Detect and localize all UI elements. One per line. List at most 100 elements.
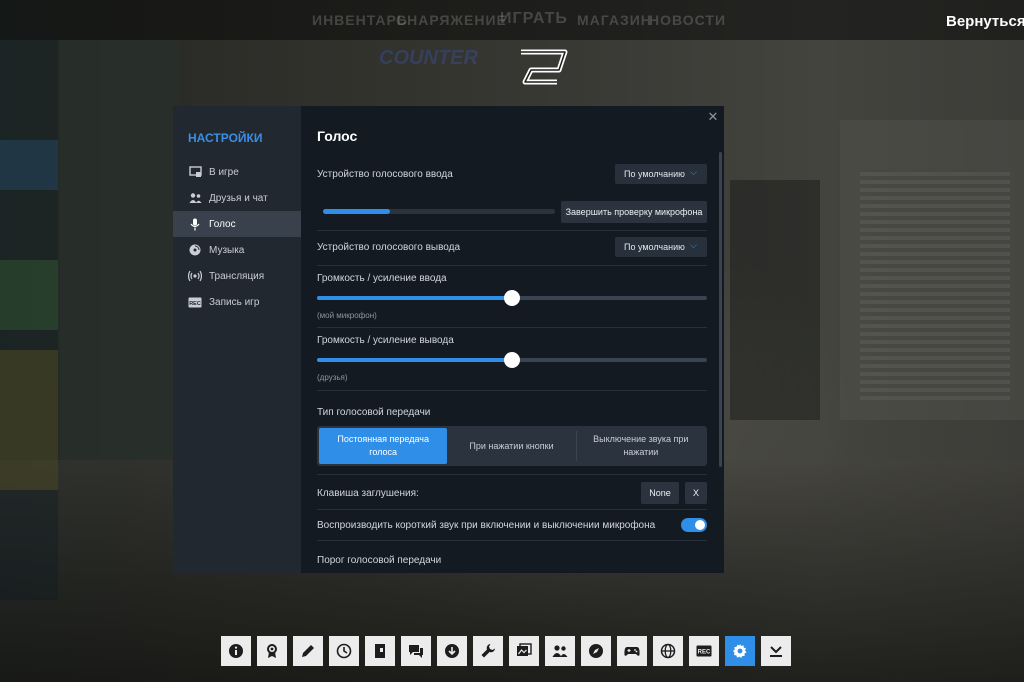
input-volume-label: Громкость / усиление ввода [317, 273, 447, 284]
mic-level-meter [323, 209, 555, 214]
settings-gear-icon [733, 644, 747, 658]
chevron-down-icon: ⌵ [690, 167, 697, 177]
toggle-knob [695, 520, 705, 530]
history-button[interactable] [329, 636, 359, 666]
rec-icon: REC [696, 645, 712, 657]
sidebar-item-label: Трансляция [209, 270, 265, 282]
chevron-down-icon: ⌵ [690, 240, 697, 250]
screenshots-button[interactable] [509, 636, 539, 666]
music-disc-icon [188, 243, 202, 257]
input-volume-slider[interactable] [317, 290, 707, 306]
divider [317, 509, 707, 510]
background-nav-item: СНАРЯЖЕНИЕ [396, 12, 507, 28]
divider [317, 474, 707, 475]
scrollbar[interactable] [719, 152, 722, 467]
input-device-label: Устройство голосового ввода [317, 169, 453, 180]
game-window-icon [188, 165, 202, 179]
notebook-icon [375, 644, 385, 658]
close-icon[interactable]: ✕ [706, 110, 720, 124]
transmission-type-selector: Постоянная передача голоса При нажатии к… [317, 426, 707, 466]
chat-icon [409, 645, 423, 658]
divider [317, 390, 707, 391]
output-device-row: Устройство голосового вывода По умолчани… [317, 237, 707, 257]
info-button[interactable] [221, 636, 251, 666]
input-volume-sublabel: (мой микрофон) [317, 311, 377, 320]
sidebar-item-in-game[interactable]: В игре [173, 159, 301, 185]
svg-text:REC: REC [189, 300, 201, 306]
gamepad-button[interactable] [617, 636, 647, 666]
beep-toggle-row: Воспроизводить короткий звук при включен… [317, 518, 707, 532]
compass-icon [589, 644, 603, 658]
sidebar-item-game-recording[interactable]: REC Запись игр [173, 289, 301, 315]
rec-icon: REC [188, 295, 202, 309]
input-volume-fill [317, 296, 512, 300]
sidebar-item-label: Музыка [209, 244, 245, 256]
output-volume-sublabel: (друзья) [317, 373, 348, 382]
sidebar-item-label: Запись игр [209, 296, 260, 308]
voice-settings-panel: Голос ✕ Устройство голосового ввода По у… [301, 106, 724, 573]
output-volume-thumb[interactable] [504, 352, 520, 368]
background-left-hud-card [0, 350, 58, 490]
output-device-dropdown[interactable]: По умолчанию ⌵ [615, 237, 707, 257]
friends-icon [188, 191, 202, 205]
beep-toggle[interactable] [681, 518, 707, 532]
input-volume-row: Громкость / усиление ввода (мой микрофон… [317, 273, 707, 321]
mute-key-clear-button[interactable]: X [685, 482, 707, 504]
edit-button[interactable] [293, 636, 323, 666]
divider [317, 540, 707, 541]
background-nav-item: НОВОСТИ [649, 12, 727, 28]
svg-text:REC: REC [698, 650, 711, 656]
broadcast-icon [188, 269, 202, 283]
mute-key-binding-button[interactable]: None [641, 482, 679, 504]
settings-title: НАСТРОЙКИ [188, 131, 263, 145]
sidebar-item-label: Друзья и чат [209, 192, 268, 204]
microphone-icon [188, 217, 202, 231]
sidebar-item-broadcast[interactable]: Трансляция [173, 263, 301, 289]
tools-button[interactable] [473, 636, 503, 666]
mic-level-fill [323, 209, 391, 214]
output-volume-fill [317, 358, 512, 362]
clock-icon [336, 643, 352, 659]
output-volume-row: Громкость / усиление вывода (друзья) [317, 335, 707, 383]
sidebar-item-label: Голос [209, 218, 236, 230]
transmission-option-push-to-talk[interactable]: При нажатии кнопки [447, 428, 575, 464]
friends-button[interactable] [545, 636, 575, 666]
chat-button[interactable] [401, 636, 431, 666]
achievements-button[interactable] [257, 636, 287, 666]
sidebar-item-friends-chat[interactable]: Друзья и чат [173, 185, 301, 211]
mic-test-button[interactable]: Завершить проверку микрофона [561, 201, 707, 223]
background-nav-item: ИГРАТЬ [500, 10, 568, 27]
globe-icon [660, 643, 676, 659]
output-volume-slider[interactable] [317, 352, 707, 368]
recording-button[interactable]: REC [689, 636, 719, 666]
downloads-button[interactable] [437, 636, 467, 666]
sidebar-item-voice[interactable]: Голос [173, 211, 301, 237]
input-volume-thumb[interactable] [504, 290, 520, 306]
background-nav-item: МАГАЗИН [577, 12, 652, 28]
divider [317, 327, 707, 328]
notebook-button[interactable] [365, 636, 395, 666]
language-button[interactable] [653, 636, 683, 666]
minimize-button[interactable] [761, 636, 791, 666]
minimize-icon [770, 646, 782, 657]
transmission-option-push-to-mute[interactable]: Выключение звука при нажатии [577, 428, 705, 464]
mic-test-row: Завершить проверку микрофона [317, 201, 707, 223]
svg-text:COUNTER: COUNTER [379, 47, 478, 69]
pencil-icon [302, 645, 314, 657]
info-icon [229, 644, 243, 658]
background-door [730, 180, 820, 420]
transmission-option-continuous[interactable]: Постоянная передача голоса [319, 428, 448, 464]
voice-threshold-label: Порог голосовой передачи [317, 555, 442, 566]
return-link[interactable]: Вернуться [946, 13, 1024, 30]
compass-button[interactable] [581, 636, 611, 666]
settings-button[interactable] [725, 636, 755, 666]
background-nav-item: ИНВЕНТАРЬ [312, 12, 408, 28]
background-left-hud-card [0, 140, 58, 190]
beep-toggle-label: Воспроизводить короткий звук при включен… [317, 520, 656, 531]
input-device-dropdown[interactable]: По умолчанию ⌵ [615, 164, 707, 184]
divider [317, 230, 707, 231]
friends-icon [552, 645, 568, 657]
mute-key-row: Клавиша заглушения: None X [317, 482, 707, 504]
screenshot-icon [517, 643, 532, 656]
sidebar-item-music[interactable]: Музыка [173, 237, 301, 263]
